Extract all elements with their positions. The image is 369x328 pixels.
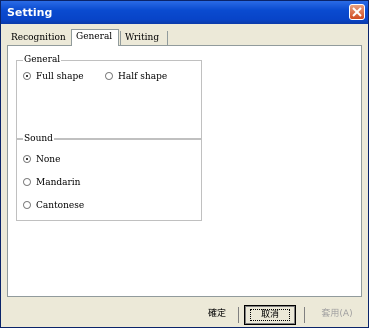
radio-none[interactable]: None	[23, 154, 60, 166]
radio-label: Cantonese	[36, 201, 85, 211]
general-group: General Full shape Half shape	[16, 54, 202, 139]
window-title: Setting	[7, 6, 53, 19]
settings-dialog: Setting Recognition General Writing Gene…	[0, 0, 369, 328]
cancel-button-label: 取消	[249, 309, 290, 321]
radio-mandarin[interactable]: Mandarin	[23, 177, 80, 189]
tab-recognition[interactable]: Recognition	[7, 31, 75, 45]
title-bar[interactable]: Setting	[1, 1, 368, 24]
sound-group-title: Sound	[23, 133, 54, 145]
radio-selected-icon	[23, 154, 31, 163]
close-icon	[352, 7, 362, 17]
radio-full-shape[interactable]: Full shape	[23, 71, 84, 83]
sound-group: Sound None Mandarin Cantonese	[16, 133, 202, 221]
apply-button[interactable]: 套用(A)	[311, 305, 363, 325]
radio-half-shape[interactable]: Half shape	[105, 71, 167, 83]
radio-selected-icon	[23, 71, 31, 80]
tab-writing[interactable]: Writing	[120, 31, 168, 45]
radio-label: Half shape	[118, 72, 168, 82]
radio-unselected-icon	[23, 200, 31, 209]
general-group-title: General	[23, 54, 62, 66]
tab-panel: General Full shape Half shape Sound None…	[7, 45, 362, 297]
radio-cantonese[interactable]: Cantonese	[23, 200, 84, 212]
tab-general[interactable]: General	[71, 29, 119, 46]
radio-label: Full shape	[36, 72, 84, 82]
close-button[interactable]	[349, 4, 365, 20]
radio-label: None	[36, 155, 61, 165]
radio-unselected-icon	[105, 71, 113, 80]
ok-button[interactable]: 確定	[191, 305, 243, 325]
button-divider	[304, 307, 305, 323]
button-divider	[238, 307, 239, 323]
radio-label: Mandarin	[36, 178, 81, 188]
cancel-button[interactable]: 取消	[244, 305, 296, 325]
radio-unselected-icon	[23, 177, 31, 186]
